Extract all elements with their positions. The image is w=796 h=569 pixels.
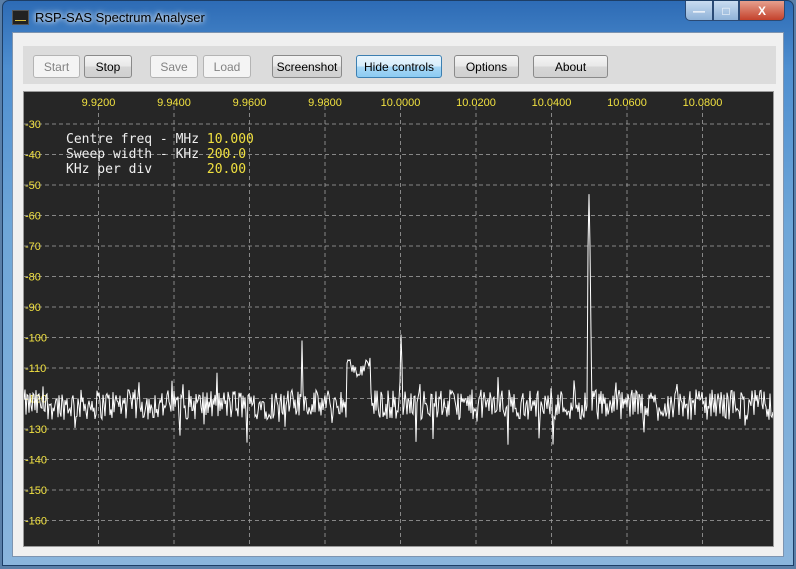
x-tick-label: 10.0400 xyxy=(532,97,572,109)
hide-controls-button[interactable]: Hide controls xyxy=(356,55,442,78)
sweep-width-label: Sweep width - KHz xyxy=(66,147,200,162)
close-button[interactable]: X xyxy=(739,1,785,21)
sweep-width-value: 200.0 xyxy=(206,147,247,162)
toolbar: Start Stop Save Load Screenshot Hide con… xyxy=(23,46,776,84)
x-tick-label: 10.0000 xyxy=(381,97,421,109)
x-tick-label: 9.9200 xyxy=(82,97,116,109)
app-icon xyxy=(12,10,29,25)
y-tick-label: -160 xyxy=(25,516,47,528)
window-title: RSP-SAS Spectrum Analyser xyxy=(35,10,205,25)
centre-freq-label: Centre freq - MHz xyxy=(66,132,200,147)
x-tick-label: 9.9400 xyxy=(157,97,191,109)
y-tick-label: -70 xyxy=(25,241,41,253)
y-tick-label: -90 xyxy=(25,302,41,314)
title-bar[interactable]: RSP-SAS Spectrum Analyser — □ X xyxy=(3,1,793,33)
minimize-button[interactable]: — xyxy=(685,1,713,21)
start-button[interactable]: Start xyxy=(33,55,80,78)
client-area: Start Stop Save Load Screenshot Hide con… xyxy=(12,32,784,557)
y-tick-label: -130 xyxy=(25,424,47,436)
stop-button[interactable]: Stop xyxy=(84,55,132,78)
y-tick-label: -40 xyxy=(25,150,41,162)
y-tick-label: -150 xyxy=(25,485,47,497)
x-tick-label: 10.0200 xyxy=(456,97,496,109)
screenshot-button[interactable]: Screenshot xyxy=(272,55,342,78)
y-tick-label: -60 xyxy=(25,211,41,223)
about-button[interactable]: About xyxy=(533,55,608,78)
spectrum-trace xyxy=(23,194,774,445)
y-tick-label: -50 xyxy=(25,180,41,192)
x-tick-label: 10.0600 xyxy=(607,97,647,109)
info-panel: Centre freq - MHz 10.000 Sweep width - K… xyxy=(66,132,254,177)
load-button[interactable]: Load xyxy=(203,55,251,78)
app-window: RSP-SAS Spectrum Analyser — □ X Start St… xyxy=(2,0,794,566)
x-tick-label: 10.0800 xyxy=(683,97,723,109)
maximize-button[interactable]: □ xyxy=(713,1,739,21)
y-tick-label: -30 xyxy=(25,119,41,131)
save-button[interactable]: Save xyxy=(150,55,198,78)
x-tick-label: 9.9800 xyxy=(308,97,342,109)
y-tick-label: -80 xyxy=(25,272,41,284)
spectrum-display[interactable]: 9.9200 9.9400 9.9600 9.9800 10.0000 10.0200 10… xyxy=(23,91,774,547)
options-button[interactable]: Options xyxy=(454,55,519,78)
y-tick-label: -140 xyxy=(25,455,47,467)
centre-freq-value: 10.000 xyxy=(206,132,254,147)
y-tick-label: -100 xyxy=(25,333,47,345)
khz-per-div-label: KHz per div xyxy=(66,162,153,177)
y-tick-label: -110 xyxy=(25,363,46,375)
khz-per-div-value: 20.00 xyxy=(206,162,247,177)
x-tick-label: 9.9600 xyxy=(233,97,267,109)
